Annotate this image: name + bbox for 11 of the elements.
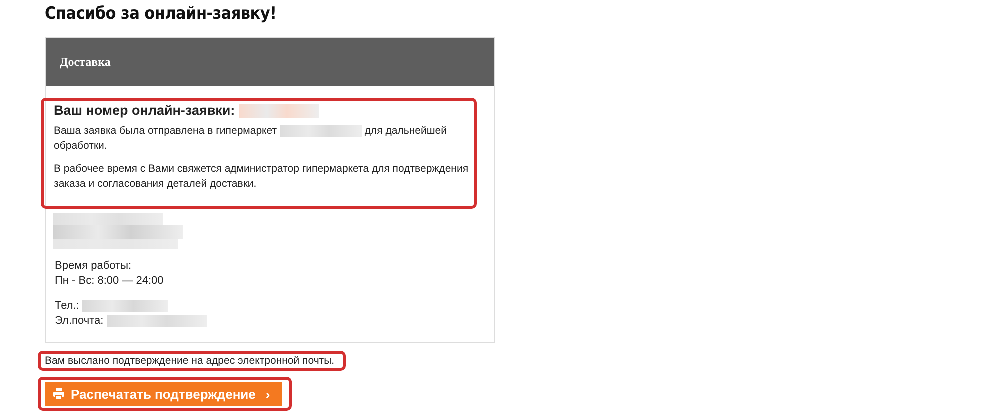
hours-label: Время работы: [55,259,133,274]
message-text: Ваша заявка была отправлена в гипермаркет для дальнейшей обработки. [54,124,448,154]
confirmation-note: Вам выслано подтверждение на адрес электронной почты. [45,355,335,367]
phone-label: Тел.: [55,299,494,314]
message-text: В рабочее время с Вами свяжется администратор гипермаркета для подтверждения заказа и согласования деталей доставки. [54,162,470,192]
printer-icon [53,388,65,400]
page-title: Спасибо за онлайн-заявку! [45,4,278,24]
delivery-tab[interactable]: Доставка [46,38,494,86]
hours-text: Пн - Вс: 8:00 — 24:00 [55,274,165,289]
email-label: Эл.почта: [55,314,494,329]
order-number-label: Ваш номер онлайн-заявки: [54,103,236,118]
